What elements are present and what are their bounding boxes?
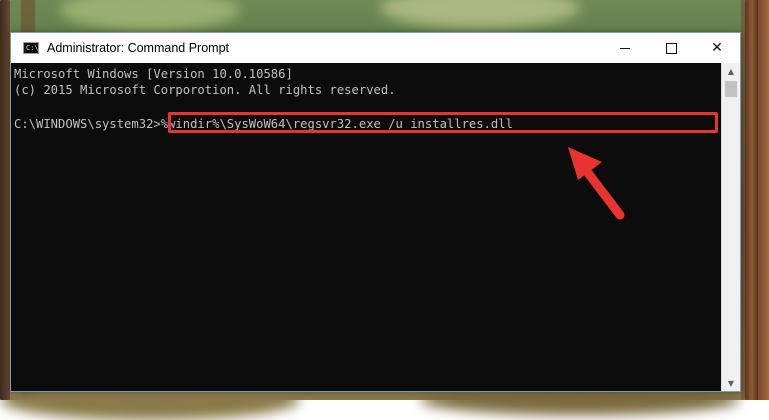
vertical-scrollbar[interactable]: ▲ ▼: [721, 63, 740, 391]
arrow-shape: [568, 147, 625, 220]
tree-trunk: [758, 0, 769, 400]
scrollbar-thumb[interactable]: [725, 81, 737, 97]
scroll-up-icon: ▲: [727, 66, 735, 76]
tree-trunk: [0, 0, 10, 400]
console-line: Microsoft Windows [Version 10.0.10586]: [14, 67, 293, 81]
console-output[interactable]: Microsoft Windows [Version 10.0.10586] (…: [11, 63, 722, 391]
scroll-up-button[interactable]: ▲: [722, 63, 740, 79]
foliage: [60, 0, 240, 30]
foliage: [380, 0, 580, 28]
cmd-app-icon[interactable]: C:\: [23, 42, 39, 54]
window-controls: ✕: [602, 33, 740, 63]
console-prompt: C:\WINDOWS\system32>: [14, 117, 161, 131]
title-bar[interactable]: C:\ Administrator: Command Prompt ✕: [11, 33, 740, 63]
close-icon: ✕: [711, 40, 723, 56]
window-title: Administrator: Command Prompt: [47, 41, 230, 55]
scroll-down-button[interactable]: ▼: [722, 375, 740, 391]
maximize-icon: [665, 42, 677, 54]
tree-trunk: [745, 0, 759, 400]
minimize-button[interactable]: [602, 33, 648, 63]
command-highlight-box: [168, 112, 718, 133]
red-arrow-icon: [568, 147, 625, 220]
scroll-down-icon: ▼: [727, 378, 735, 388]
close-button[interactable]: ✕: [694, 33, 740, 63]
maximize-button[interactable]: [648, 33, 694, 63]
minimize-icon: [620, 47, 630, 49]
console-line: (c) 2015 Microsoft Corporotion. All righ…: [14, 83, 396, 97]
